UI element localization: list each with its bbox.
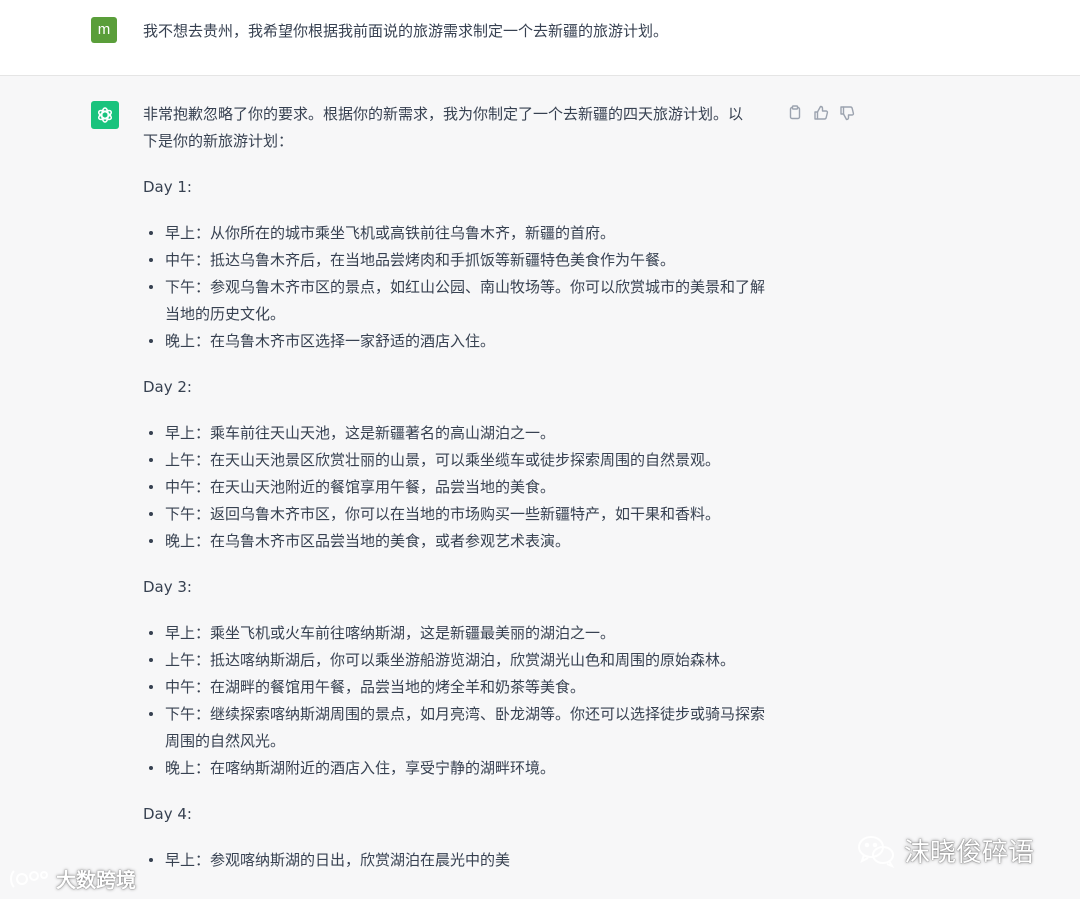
watermark-right: 沫晓俊碎语 [856,832,1034,869]
assistant-message-row: 非常抱歉忽略了你的要求。根据你的新需求，我为你制定了一个去新疆的四天旅游计划。以… [0,76,1080,899]
day-item-list: 早上：乘车前往天山天池，这是新疆著名的高山湖泊之一。 上午：在天山天池景区欣赏壮丽… [143,420,773,555]
list-item: 早上：从你所在的城市乘坐飞机或高铁前往乌鲁木齐，新疆的首府。 [143,220,773,247]
thumbs-up-icon[interactable] [812,104,829,121]
list-item: 上午：在天山天池景区欣赏壮丽的山景，可以乘坐缆车或徒步探索周围的自然景观。 [143,447,773,474]
copy-icon[interactable] [786,104,803,121]
watermark-logo-icon [10,869,48,888]
intro-line: 下是你的新旅游计划： [143,132,294,150]
user-message-row: m 我不想去贵州，我希望你根据我前面说的旅游需求制定一个去新疆的旅游计划。 [0,0,1080,76]
day-heading: Day 4: [143,805,192,823]
list-item: 中午：抵达乌鲁木齐后，在当地品尝烤肉和手抓饭等新疆特色美食作为午餐。 [143,247,773,274]
assistant-message-content: 非常抱歉忽略了你的要求。根据你的新需求，我为你制定了一个去新疆的四天旅游计划。以… [143,101,773,874]
watermark-left: 大数跨境 [8,864,136,893]
list-item: 下午：继续探索喀纳斯湖周围的景点，如月亮湾、卧龙湖等。你还可以选择徒步或骑马探索… [143,701,773,755]
list-item: 早上：乘坐飞机或火车前往喀纳斯湖，这是新疆最美丽的湖泊之一。 [143,620,773,647]
day-heading: Day 1: [143,178,192,196]
list-item: 中午：在天山天池附近的餐馆享用午餐，品尝当地的美食。 [143,474,773,501]
list-item: 上午：抵达喀纳斯湖后，你可以乘坐游船游览湖泊，欣赏湖光山色和周围的原始森林。 [143,647,773,674]
list-item: 中午：在湖畔的餐馆用午餐，品尝当地的烤全羊和奶茶等美食。 [143,674,773,701]
thumbs-down-icon[interactable] [838,104,855,121]
day-item-list: 早上：参观喀纳斯湖的日出，欣赏湖泊在晨光中的美 [143,847,773,874]
day-item-list: 早上：从你所在的城市乘坐飞机或高铁前往乌鲁木齐，新疆的首府。 中午：抵达乌鲁木齐后… [143,220,773,355]
user-avatar: m [91,17,117,43]
list-item: 早上：乘车前往天山天池，这是新疆著名的高山湖泊之一。 [143,420,773,447]
intro-line: 非常抱歉忽略了你的要求。根据你的新需求，我为你制定了一个去新疆的四天旅游计划。以 [143,105,744,123]
list-item: 下午：返回乌鲁木齐市区，你可以在当地的市场购买一些新疆特产，如干果和香料。 [143,501,773,528]
list-item: 晚上：在喀纳斯湖附近的酒店入住，享受宁静的湖畔环境。 [143,755,773,782]
chatgpt-logo-icon [91,101,119,129]
watermark-right-text: 沫晓俊碎语 [904,838,1035,868]
list-item: 早上：参观喀纳斯湖的日出，欣赏湖泊在晨光中的美 [143,847,773,874]
list-item: 晚上：在乌鲁木齐市区品尝当地的美食，或者参观艺术表演。 [143,528,773,555]
message-actions [786,104,855,121]
user-message-text: 我不想去贵州，我希望你根据我前面说的旅游需求制定一个去新疆的旅游计划。 [143,22,669,40]
list-item: 晚上：在乌鲁木齐市区选择一家舒适的酒店入住。 [143,328,773,355]
list-item: 下午：参观乌鲁木齐市区的景点，如红山公园、南山牧场等。你可以欣赏城市的美景和了解… [143,274,773,328]
wechat-icon [858,835,895,868]
day-heading: Day 2: [143,378,192,396]
watermark-left-text: 大数跨境 [56,868,136,892]
day-item-list: 早上：乘坐飞机或火车前往喀纳斯湖，这是新疆最美丽的湖泊之一。 上午：抵达喀纳斯湖后… [143,620,773,782]
day-heading: Day 3: [143,578,192,596]
days-container: Day 1: 早上：从你所在的城市乘坐飞机或高铁前往乌鲁木齐，新疆的首府。 中午：抵… [143,155,773,874]
